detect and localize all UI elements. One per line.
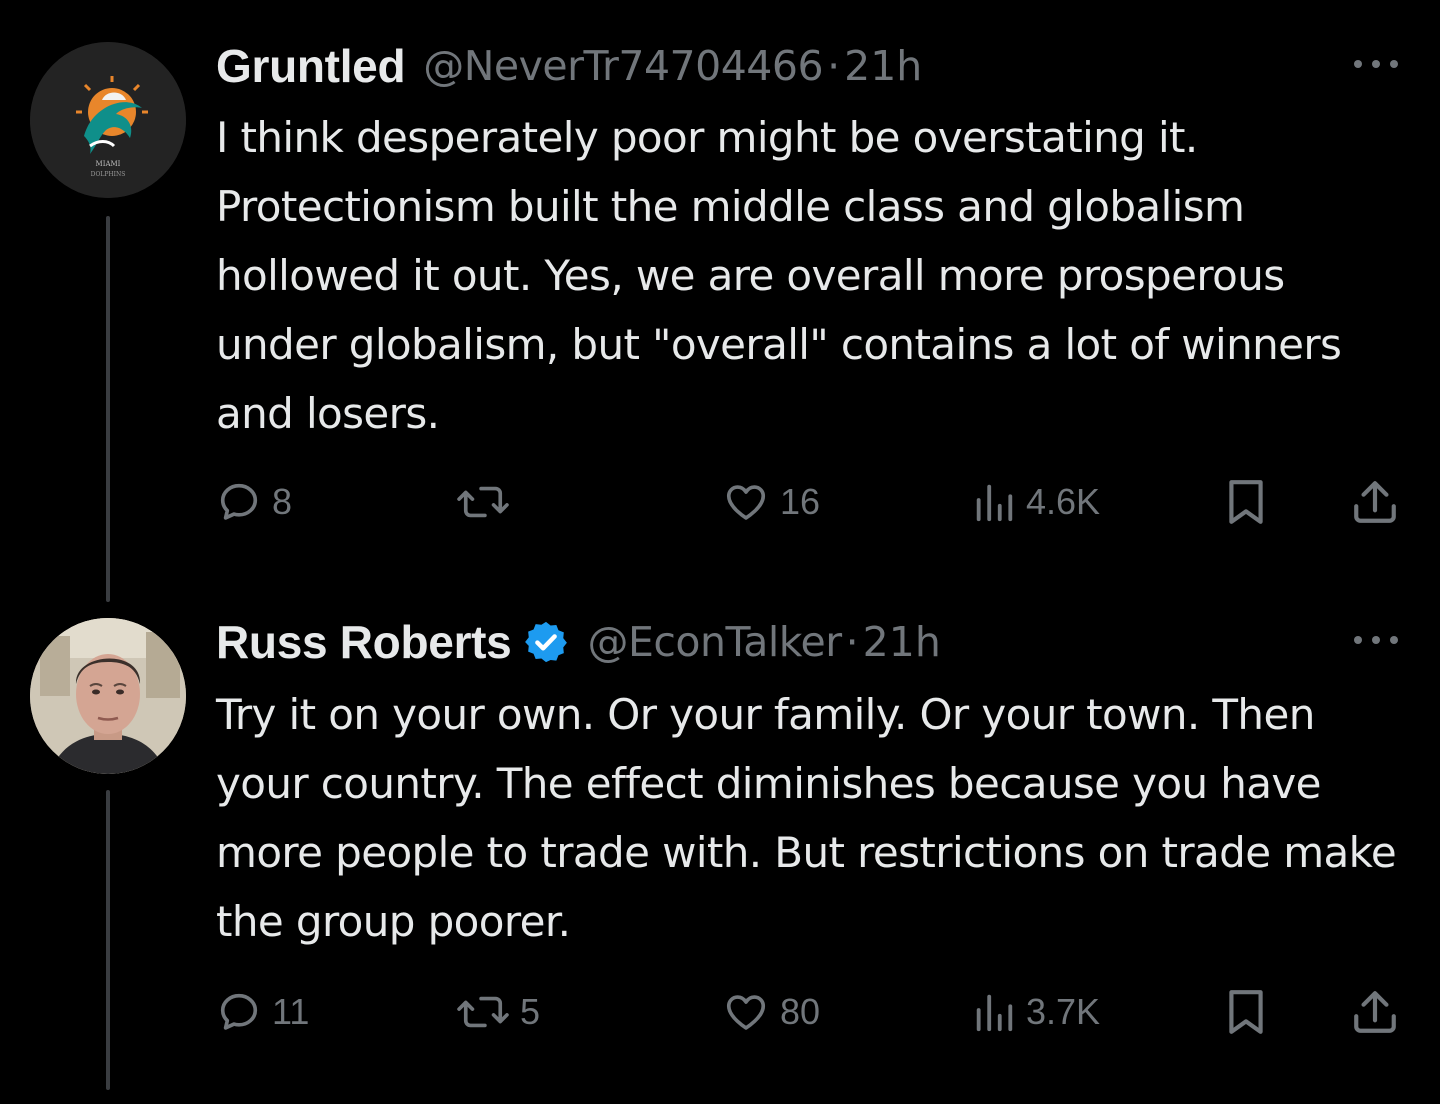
views-button[interactable]: 3.7K bbox=[972, 982, 1100, 1042]
views-icon bbox=[976, 994, 1013, 1032]
user-handle[interactable]: @NeverTr74704466 bbox=[423, 42, 823, 90]
retweet-icon bbox=[457, 996, 509, 1028]
dolphins-logo-icon: MIAMI DOLPHINS bbox=[30, 42, 186, 198]
like-button[interactable]: 80 bbox=[722, 982, 820, 1042]
separator-dot: · bbox=[845, 618, 859, 666]
tweet-header: Russ Roberts @EconTalker · 21h bbox=[216, 614, 1400, 670]
tweet-text: I think desperately poor might be overst… bbox=[216, 113, 1342, 438]
user-handle[interactable]: @EconTalker bbox=[587, 618, 842, 666]
share-icon bbox=[1354, 481, 1396, 523]
tweet-text: Try it on your own. Or your family. Or y… bbox=[216, 690, 1397, 946]
like-button[interactable]: 16 bbox=[722, 472, 820, 532]
tweet-actions: 8 16 4.6K bbox=[216, 472, 1406, 532]
reply-button[interactable]: 11 bbox=[216, 982, 309, 1042]
views-button[interactable]: 4.6K bbox=[972, 472, 1100, 532]
svg-text:MIAMI: MIAMI bbox=[96, 160, 121, 168]
timestamp[interactable]: 21h bbox=[863, 618, 941, 666]
verified-badge-icon[interactable] bbox=[523, 619, 569, 665]
reply-button[interactable]: 8 bbox=[216, 472, 292, 532]
timestamp[interactable]: 21h bbox=[844, 42, 922, 90]
retweet-icon bbox=[457, 486, 509, 518]
bookmark-icon bbox=[1229, 480, 1263, 524]
retweet-count: 5 bbox=[520, 991, 541, 1032]
reply-count: 8 bbox=[272, 481, 293, 522]
views-icon bbox=[976, 484, 1013, 522]
bookmark-button[interactable] bbox=[1224, 472, 1268, 532]
reply-icon bbox=[220, 993, 258, 1030]
retweet-button[interactable]: 5 bbox=[456, 982, 540, 1042]
share-button[interactable] bbox=[1352, 472, 1398, 532]
tweet-actions: 11 5 80 3.7K bbox=[216, 982, 1406, 1042]
avatar-profile-photo[interactable] bbox=[30, 618, 186, 774]
share-icon bbox=[1354, 991, 1396, 1033]
like-count: 16 bbox=[780, 481, 821, 522]
views-count: 3.7K bbox=[1026, 991, 1101, 1032]
reply-icon bbox=[220, 483, 258, 520]
thread-line bbox=[106, 216, 110, 602]
thread-line bbox=[106, 790, 110, 1090]
tweet-gruntled[interactable]: MIAMI DOLPHINS Gruntled @NeverTr74704466… bbox=[0, 0, 1440, 602]
more-icon[interactable] bbox=[1352, 630, 1400, 650]
separator-dot: · bbox=[827, 42, 841, 90]
like-icon bbox=[726, 485, 766, 520]
bookmark-icon bbox=[1229, 990, 1263, 1034]
more-icon[interactable] bbox=[1352, 54, 1400, 74]
like-count: 80 bbox=[780, 991, 821, 1032]
tweet-header: Gruntled @NeverTr74704466 · 21h bbox=[216, 38, 1400, 94]
views-count: 4.6K bbox=[1026, 481, 1101, 522]
bookmark-button[interactable] bbox=[1224, 982, 1268, 1042]
display-name[interactable]: Russ Roberts bbox=[216, 615, 512, 669]
svg-text:DOLPHINS: DOLPHINS bbox=[91, 171, 126, 178]
retweet-button[interactable] bbox=[456, 472, 520, 532]
tweet-russ-roberts[interactable]: Russ Roberts @EconTalker · 21h Try it on… bbox=[0, 600, 1440, 1104]
reply-count: 11 bbox=[272, 991, 310, 1032]
share-button[interactable] bbox=[1352, 982, 1398, 1042]
avatar-miami-dolphins-logo[interactable]: MIAMI DOLPHINS bbox=[30, 42, 186, 198]
display-name[interactable]: Gruntled bbox=[216, 39, 406, 93]
like-icon bbox=[726, 995, 766, 1030]
profile-photo-icon bbox=[30, 618, 186, 774]
